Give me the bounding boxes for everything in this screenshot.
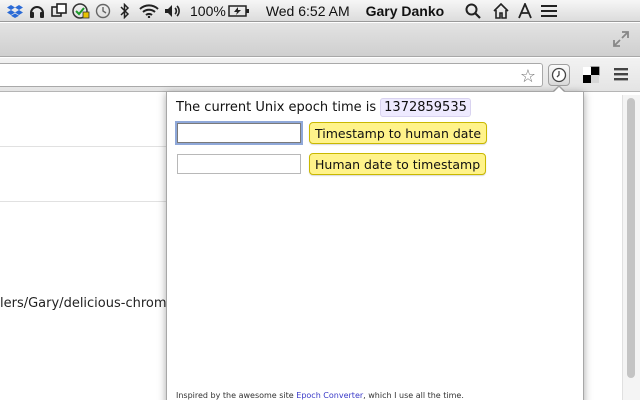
address-bar[interactable]: ☆ xyxy=(0,63,543,87)
headphones-icon[interactable] xyxy=(26,0,48,22)
clock-extension-icon[interactable] xyxy=(548,64,570,86)
epoch-converter-popup: The current Unix epoch time is 137285953… xyxy=(166,91,584,400)
timestamp-row: Timestamp to human date xyxy=(177,122,488,144)
search-icon[interactable] xyxy=(462,0,484,22)
popup-arrow-fill xyxy=(553,87,565,93)
timestamp-input[interactable] xyxy=(177,123,301,143)
bluetooth-icon[interactable] xyxy=(114,0,136,22)
divider xyxy=(0,201,166,202)
human-date-input[interactable] xyxy=(177,154,301,174)
chrome-menu-icon[interactable] xyxy=(613,66,629,82)
home-icon[interactable] xyxy=(490,0,512,22)
star-icon[interactable]: ☆ xyxy=(518,66,538,87)
timestamp-to-human-button[interactable]: Timestamp to human date xyxy=(309,122,488,144)
font-a-icon[interactable] xyxy=(514,0,536,22)
browser-toolbar: ☆ xyxy=(0,58,640,92)
date-row: Human date to timestamp xyxy=(177,153,487,175)
volume-icon[interactable] xyxy=(162,0,184,22)
wifi-icon[interactable] xyxy=(136,0,162,22)
user-name[interactable]: Gary Danko xyxy=(366,3,445,19)
footer-suffix: , which I use all the time. xyxy=(363,391,464,400)
menu-bar: 100% Wed 6:52 AM Gary Danko xyxy=(0,0,640,22)
time-machine-icon[interactable] xyxy=(92,0,114,22)
dropbox-icon[interactable] xyxy=(4,0,26,22)
shield-icon[interactable] xyxy=(70,0,92,22)
window-switch-icon[interactable] xyxy=(48,0,70,22)
epoch-line: The current Unix epoch time is 137285953… xyxy=(176,98,471,117)
fullscreen-icon[interactable] xyxy=(612,30,630,48)
footer-prefix: Inspired by the awesome site xyxy=(176,391,297,400)
delicious-icon[interactable] xyxy=(581,65,601,85)
page-path-text: lers/Gary/delicious-chrome xyxy=(0,296,175,311)
popup-footer: Inspired by the awesome site Epoch Conve… xyxy=(176,391,464,400)
scrollbar-thumb[interactable] xyxy=(627,98,635,378)
battery-icon[interactable] xyxy=(226,0,252,22)
battery-percent: 100% xyxy=(190,2,226,19)
human-to-timestamp-button[interactable]: Human date to timestamp xyxy=(309,153,487,175)
tab-strip xyxy=(0,23,640,57)
epoch-prefix: The current Unix epoch time is xyxy=(176,100,377,115)
clock[interactable]: Wed 6:52 AM xyxy=(266,3,350,19)
divider xyxy=(0,146,166,147)
epoch-converter-link[interactable]: Epoch Converter xyxy=(296,391,363,400)
epoch-value: 1372859535 xyxy=(380,98,471,117)
hamburger-icon[interactable] xyxy=(538,0,560,22)
